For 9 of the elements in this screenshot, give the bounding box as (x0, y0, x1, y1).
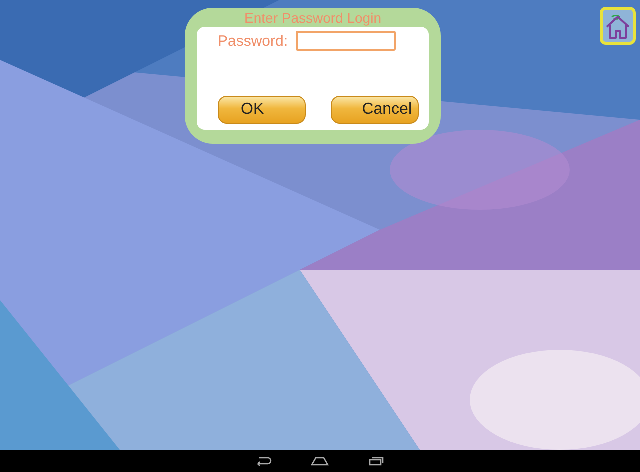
back-icon (256, 456, 272, 466)
home-outline-icon (311, 456, 329, 466)
cancel-button[interactable]: Cancel (331, 96, 419, 124)
home-button[interactable] (600, 7, 636, 45)
password-field[interactable] (296, 31, 396, 51)
ok-button[interactable]: OK (218, 96, 306, 124)
dialog-title: Enter Password Login (244, 10, 382, 27)
password-label: Password: (218, 32, 288, 50)
recents-icon (368, 456, 384, 466)
